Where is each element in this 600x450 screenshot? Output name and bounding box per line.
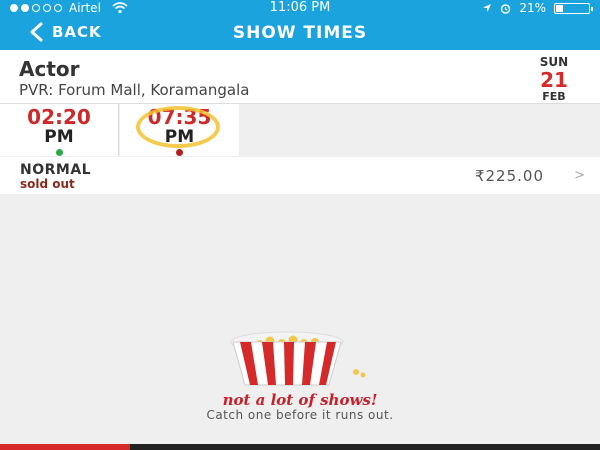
- status-bar: Airtel 11:06 PM 21%: [0, 0, 600, 16]
- date-number: 21: [540, 68, 568, 92]
- chevron-right-icon: >: [574, 168, 585, 183]
- empty-state-subtitle: Catch one before it runs out.: [206, 408, 394, 422]
- battery-percent: 21%: [519, 1, 546, 15]
- popcorn-icon: [230, 331, 366, 386]
- date-badge: SUN 21 FEB: [536, 56, 572, 103]
- bottom-accent: [0, 444, 130, 450]
- showtime-time: 02:20: [27, 105, 91, 129]
- ticket-class-row[interactable]: NORMAL sold out ₹225.00 >: [0, 157, 600, 194]
- showtime-slot-selected[interactable]: 07:35 PM: [120, 104, 239, 156]
- showtimes-row: 02:20 PM 07:35 PM: [0, 104, 600, 156]
- availability-dot-icon: [55, 149, 63, 156]
- showtime-ampm: PM: [44, 127, 74, 147]
- ticket-status: sold out: [20, 177, 75, 191]
- date-month: FEB: [542, 90, 566, 103]
- alarm-icon: [501, 3, 511, 14]
- movie-header: Actor PVR: Forum Mall, Koramangala SUN 2…: [0, 50, 600, 104]
- location-arrow-icon: [483, 4, 492, 12]
- ticket-class-name: NORMAL: [20, 162, 92, 178]
- empty-state-title: not a lot of shows!: [222, 391, 378, 409]
- selected-ring: [136, 106, 220, 148]
- status-right-group: 21%: [482, 0, 593, 16]
- venue-name: PVR: Forum Mall, Koramangala: [19, 81, 250, 99]
- page-title: SHOW TIMES: [232, 23, 368, 43]
- ticket-price: ₹225.00: [474, 167, 544, 185]
- bottom-bar: [0, 444, 600, 450]
- battery-icon: [554, 2, 593, 14]
- nav-bar: BACK SHOW TIMES: [0, 16, 600, 50]
- availability-dot-icon: [176, 149, 183, 156]
- movie-title: Actor: [19, 57, 80, 81]
- showtime-slot[interactable]: 02:20 PM: [0, 104, 119, 156]
